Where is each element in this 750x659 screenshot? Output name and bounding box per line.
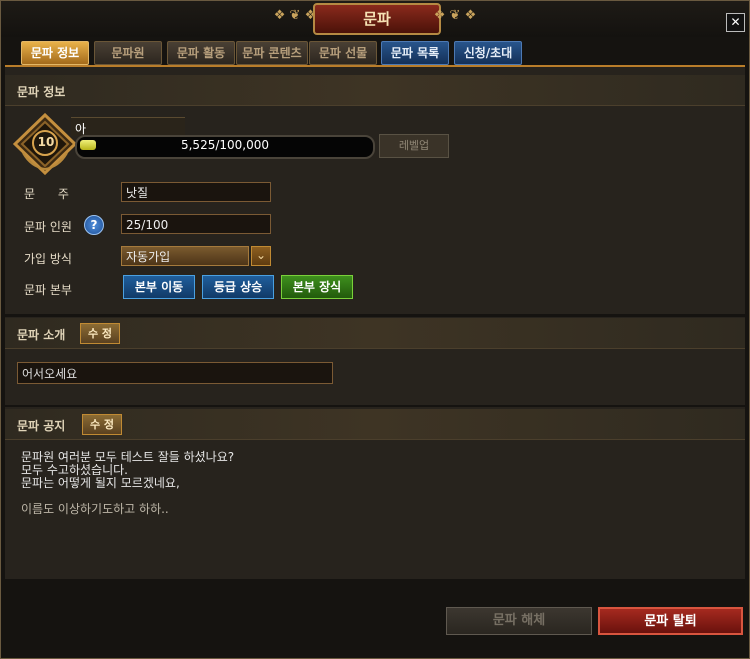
tab-guild-list[interactable]: 문파 목록 bbox=[381, 41, 449, 65]
intro-text-field: 어서오세요 bbox=[17, 362, 333, 384]
guild-intro-title: 문파 소개 bbox=[17, 328, 66, 342]
disband-button[interactable]: 문파 해체 bbox=[446, 607, 592, 635]
guild-info-header: 문파 정보 bbox=[5, 75, 745, 106]
hq-label: 문파 본부 bbox=[24, 283, 72, 297]
exp-bar: 5,525/100,000 bbox=[75, 135, 375, 159]
guild-info-title: 문파 정보 bbox=[17, 85, 66, 99]
tab-guild-info[interactable]: 문파 정보 bbox=[21, 41, 89, 65]
leave-button[interactable]: 문파 탈퇴 bbox=[598, 607, 743, 635]
join-method-label: 가입 방식 bbox=[24, 252, 72, 266]
members-field: 25/100 bbox=[121, 214, 271, 234]
members-label: 문파 인원 bbox=[24, 220, 72, 234]
guild-notice-title: 문파 공지 bbox=[17, 419, 66, 433]
tab-content[interactable]: 문파 콘텐츠 bbox=[236, 41, 308, 65]
help-icon[interactable]: ? bbox=[84, 215, 104, 235]
hq-upgrade-button[interactable]: 등급 상승 bbox=[202, 275, 274, 299]
ornament-right-icon: ❖ ❦ ❖ bbox=[433, 8, 477, 23]
guild-level: 10 bbox=[37, 135, 55, 149]
exp-text: 5,525/100,000 bbox=[180, 138, 270, 152]
guild-intro-header: 문파 소개 수 정 bbox=[5, 318, 745, 349]
window-title: 문파 bbox=[313, 3, 441, 35]
guild-window: ❖ ❦ ❖ 문파 ❖ ❦ ❖ ✕ 문파 정보 문파원 문파 활동 문파 콘텐츠 … bbox=[0, 0, 750, 659]
join-method-select[interactable]: 자동가입 bbox=[121, 246, 249, 266]
hq-decorate-button[interactable]: 본부 장식 bbox=[281, 275, 353, 299]
notice-line: 문파는 어떻게 될지 모르겠네요, bbox=[21, 476, 180, 490]
tab-members[interactable]: 문파원 bbox=[94, 41, 162, 65]
tab-gift[interactable]: 문파 선물 bbox=[309, 41, 377, 65]
chevron-down-icon[interactable]: ⌄ bbox=[251, 246, 271, 266]
intro-edit-button[interactable]: 수 정 bbox=[80, 323, 120, 344]
leader-label: 문 주 bbox=[24, 187, 69, 201]
levelup-button[interactable]: 레벨업 bbox=[379, 134, 449, 158]
guild-name-plate: 아 bbox=[71, 117, 185, 136]
leader-field: 낫질 bbox=[121, 182, 271, 202]
title-bar: ❖ ❦ ❖ 문파 ❖ ❦ ❖ ✕ bbox=[1, 1, 749, 37]
close-icon[interactable]: ✕ bbox=[726, 13, 745, 32]
notice-text: 문파원 여러분 모두 테스트 잘들 하셨나요? 모두 수고하셨습니다. 문파는 … bbox=[21, 451, 234, 490]
hq-move-button[interactable]: 본부 이동 bbox=[123, 275, 195, 299]
tab-apply-invite[interactable]: 신청/초대 bbox=[454, 41, 522, 65]
tab-activity[interactable]: 문파 활동 bbox=[167, 41, 235, 65]
guild-notice-header: 문파 공지 수 정 bbox=[5, 409, 745, 440]
notice-extra-text: 이름도 이상하기도하고 하하.. bbox=[21, 502, 169, 516]
notice-edit-button[interactable]: 수 정 bbox=[82, 414, 122, 435]
